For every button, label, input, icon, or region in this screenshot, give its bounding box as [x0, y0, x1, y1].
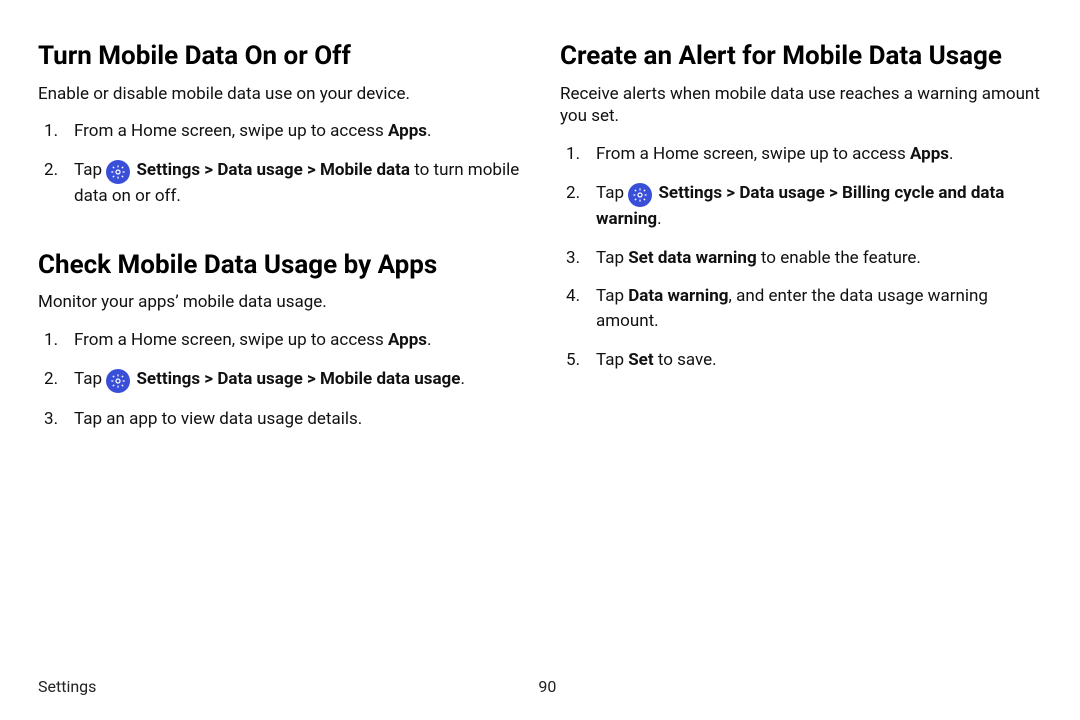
data-usage-label: Data usage — [217, 369, 302, 389]
step-text: From a Home screen, swipe up to access — [74, 330, 388, 350]
step-text: Tap — [596, 286, 628, 306]
step-text: . — [460, 369, 464, 389]
heading-turn-mobile-data: Turn Mobile Data On or Off — [38, 40, 520, 73]
mobile-data-label: Mobile data — [320, 160, 410, 180]
step-text: Tap — [74, 160, 106, 180]
step-text: . — [427, 121, 431, 141]
step-item: From a Home screen, swipe up to access A… — [38, 328, 520, 353]
apps-label: Apps — [388, 121, 427, 141]
step-item: Tap Settings > Data usage > Billing cycl… — [560, 181, 1042, 232]
settings-gear-icon — [106, 160, 130, 184]
step-text: Tap — [596, 183, 628, 203]
step-item: From a Home screen, swipe up to access A… — [38, 119, 520, 144]
set-data-warning-label: Set data warning — [628, 248, 756, 268]
right-column: Create an Alert for Mobile Data Usage Re… — [560, 40, 1042, 445]
step-item: Tap Settings > Data usage > Mobile data … — [38, 158, 520, 209]
step-text: From a Home screen, swipe up to access — [596, 144, 910, 164]
steps-create-alert: From a Home screen, swipe up to access A… — [560, 142, 1042, 372]
chevron-separator: > — [825, 183, 842, 203]
data-usage-label: Data usage — [217, 160, 302, 180]
chevron-separator: > — [722, 183, 739, 203]
step-text: to save. — [654, 350, 717, 370]
step-text: Tap — [596, 248, 628, 268]
step-text: From a Home screen, swipe up to access — [74, 121, 388, 141]
heading-create-alert: Create an Alert for Mobile Data Usage — [560, 40, 1042, 73]
settings-gear-icon — [106, 369, 130, 393]
chevron-separator: > — [303, 160, 320, 180]
mobile-data-usage-label: Mobile data usage — [320, 369, 460, 389]
page-footer: Settings 90 — [38, 677, 1042, 696]
settings-gear-icon — [628, 183, 652, 207]
step-text: . — [949, 144, 953, 164]
footer-section-label: Settings — [38, 677, 96, 696]
step-text: Tap — [74, 369, 106, 389]
set-label: Set — [628, 350, 653, 370]
intro-check-usage: Monitor your apps’ mobile data usage. — [38, 291, 520, 314]
apps-label: Apps — [910, 144, 949, 164]
step-item: Tap Set data warning to enable the featu… — [560, 246, 1042, 271]
apps-label: Apps — [388, 330, 427, 350]
step-item: Tap Settings > Data usage > Mobile data … — [38, 367, 520, 393]
left-column: Turn Mobile Data On or Off Enable or dis… — [38, 40, 520, 445]
footer-page-number: 90 — [538, 677, 556, 696]
chevron-separator: > — [303, 369, 320, 389]
content-columns: Turn Mobile Data On or Off Enable or dis… — [38, 40, 1042, 445]
data-usage-label: Data usage — [739, 183, 824, 203]
chevron-separator: > — [200, 369, 217, 389]
step-text: to enable the feature. — [757, 248, 921, 268]
step-item: Tap Data warning, and enter the data usa… — [560, 284, 1042, 333]
data-warning-label: Data warning — [628, 286, 728, 306]
intro-turn-mobile-data: Enable or disable mobile data use on you… — [38, 83, 520, 106]
step-text: Tap — [596, 350, 628, 370]
chevron-separator: > — [200, 160, 217, 180]
heading-check-usage: Check Mobile Data Usage by Apps — [38, 249, 520, 282]
step-text: . — [657, 209, 661, 229]
step-item: From a Home screen, swipe up to access A… — [560, 142, 1042, 167]
settings-label: Settings — [136, 369, 200, 389]
step-text: Tap an app to view data usage details. — [74, 409, 362, 429]
step-item: Tap Set to save. — [560, 348, 1042, 373]
intro-create-alert: Receive alerts when mobile data use reac… — [560, 83, 1042, 129]
step-item: Tap an app to view data usage details. — [38, 407, 520, 432]
settings-label: Settings — [136, 160, 200, 180]
step-text: . — [427, 330, 431, 350]
steps-check-usage: From a Home screen, swipe up to access A… — [38, 328, 520, 431]
steps-turn-mobile-data: From a Home screen, swipe up to access A… — [38, 119, 520, 208]
settings-label: Settings — [658, 183, 722, 203]
